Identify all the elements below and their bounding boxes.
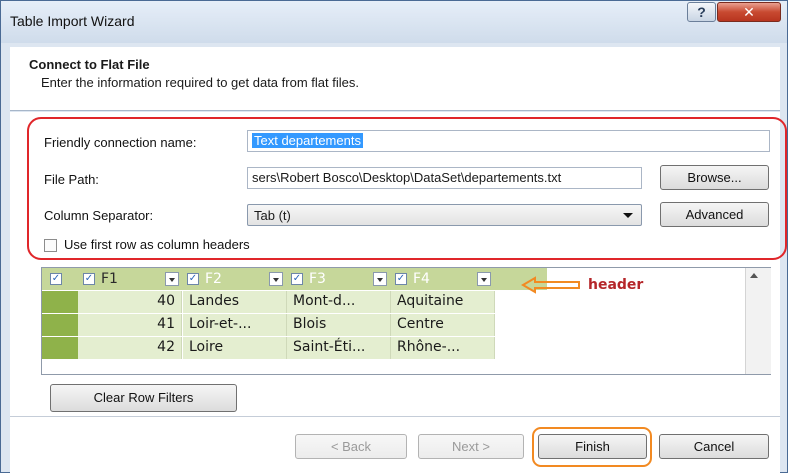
column-name-f1: F1 bbox=[101, 271, 118, 287]
column-header-f2[interactable]: ✓ F2 bbox=[183, 268, 286, 290]
grid-cell: Centre bbox=[391, 314, 495, 336]
cancel-button[interactable]: Cancel bbox=[659, 434, 769, 459]
select-all-cell[interactable]: ✓ bbox=[47, 268, 67, 290]
checkbox-icon[interactable]: ✓ bbox=[395, 273, 407, 285]
column-name-f2: F2 bbox=[205, 271, 222, 287]
highlight-ring bbox=[27, 117, 787, 260]
grid-cell: 40 bbox=[78, 291, 182, 313]
grid-cell: 42 bbox=[78, 337, 182, 359]
column-header-f3[interactable]: ✓ F3 bbox=[287, 268, 390, 290]
column-header-f1[interactable]: ✓ F1 bbox=[79, 268, 182, 290]
next-button[interactable]: Next > bbox=[418, 434, 524, 459]
page-subtitle: Enter the information required to get da… bbox=[41, 75, 359, 90]
checkbox-icon[interactable]: ✓ bbox=[83, 273, 95, 285]
chevron-down-icon[interactable] bbox=[373, 272, 387, 286]
help-icon[interactable]: ? bbox=[687, 2, 716, 22]
wizard-header: Connect to Flat File Enter the informati… bbox=[10, 47, 780, 111]
row-header[interactable] bbox=[42, 337, 78, 359]
grid-cell: Landes bbox=[183, 291, 287, 313]
close-icon[interactable]: ✕ bbox=[717, 2, 781, 22]
row-header[interactable] bbox=[42, 314, 78, 336]
grid-scrollbar[interactable] bbox=[745, 268, 771, 374]
checkbox-icon[interactable]: ✓ bbox=[291, 273, 303, 285]
grid-cell: Mont-d... bbox=[287, 291, 391, 313]
grid-cell: Rhône-... bbox=[391, 337, 495, 359]
checkbox-icon[interactable]: ✓ bbox=[50, 273, 62, 285]
back-button[interactable]: < Back bbox=[295, 434, 407, 459]
grid-cell: 41 bbox=[78, 314, 182, 336]
row-header[interactable] bbox=[42, 291, 78, 313]
preview-grid: ✓ ✓ F1 ✓ F2 ✓ F3 ✓ F4 40 Landes Mont-d..… bbox=[41, 267, 771, 375]
page-title: Connect to Flat File bbox=[29, 57, 150, 72]
footer-divider bbox=[10, 416, 780, 417]
clear-row-filters-button[interactable]: Clear Row Filters bbox=[50, 384, 237, 412]
chevron-down-icon[interactable] bbox=[269, 272, 283, 286]
table-import-wizard-window: Table Import Wizard ? ✕ Connect to Flat … bbox=[0, 0, 788, 473]
column-name-f3: F3 bbox=[309, 271, 326, 287]
title-bar: Table Import Wizard ? ✕ bbox=[1, 1, 787, 43]
window-title: Table Import Wizard bbox=[10, 13, 135, 29]
checkbox-icon[interactable]: ✓ bbox=[187, 273, 199, 285]
scroll-up-icon[interactable] bbox=[750, 273, 758, 278]
header-annotation: header bbox=[588, 277, 644, 293]
chevron-down-icon[interactable] bbox=[477, 272, 491, 286]
grid-cell: Loire bbox=[183, 337, 287, 359]
chevron-down-icon[interactable] bbox=[165, 272, 179, 286]
finish-highlight-ring bbox=[532, 427, 652, 467]
grid-cell: Aquitaine bbox=[391, 291, 495, 313]
column-name-f4: F4 bbox=[413, 271, 430, 287]
grid-cell: Blois bbox=[287, 314, 391, 336]
column-header-f4[interactable]: ✓ F4 bbox=[391, 268, 494, 290]
grid-cell: Saint-Éti... bbox=[287, 337, 391, 359]
grid-cell: Loir-et-... bbox=[183, 314, 287, 336]
arrow-left-icon bbox=[521, 276, 580, 294]
